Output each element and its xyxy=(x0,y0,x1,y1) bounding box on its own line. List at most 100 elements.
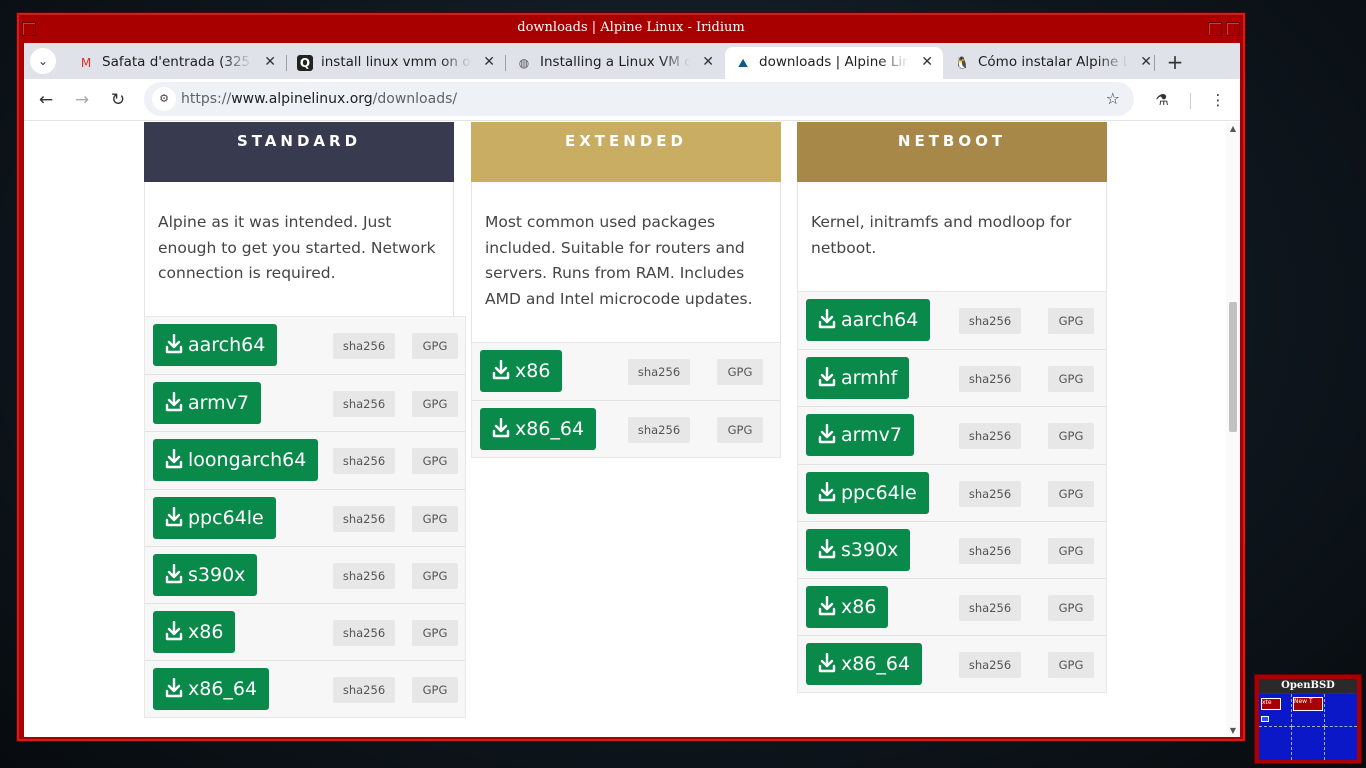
sha256-link[interactable]: sha256 xyxy=(333,505,395,532)
sha256-link[interactable]: sha256 xyxy=(333,333,395,359)
gpg-link[interactable]: GPG xyxy=(1048,480,1094,507)
sha256-link[interactable]: sha256 xyxy=(628,359,690,385)
sha256-link[interactable]: sha256 xyxy=(959,308,1021,334)
close-tab-icon[interactable]: ✕ xyxy=(921,47,933,77)
gpg-link[interactable]: GPG xyxy=(717,417,763,444)
close-tab-icon[interactable]: ✕ xyxy=(264,47,276,77)
download-button-aarch64[interactable]: aarch64 xyxy=(806,299,931,341)
download-button-x86[interactable]: x86 xyxy=(480,350,563,392)
download-button-s390x[interactable]: s390x xyxy=(806,528,911,571)
labs-button[interactable]: ⚗ xyxy=(1148,86,1176,114)
sha256-link[interactable]: sha256 xyxy=(959,537,1021,564)
close-tab-icon[interactable]: ✕ xyxy=(1140,47,1152,77)
pager-window-small[interactable] xyxy=(1261,716,1269,722)
gpg-link[interactable]: GPG xyxy=(412,619,458,646)
sha256-link[interactable]: sha256 xyxy=(333,391,395,418)
gpg-link[interactable]: GPG xyxy=(412,562,458,589)
gpg-link[interactable]: GPG xyxy=(1048,594,1094,621)
tab-2[interactable]: Qinstall linux vmm on openbsd ✕ xyxy=(287,47,505,79)
column-description: Kernel, initramfs and modloop for netboo… xyxy=(797,182,1107,291)
sha256-link[interactable]: sha256 xyxy=(959,366,1021,393)
tab-3[interactable]: ◍ Installing a Linux VM on OpenBSD ✕ xyxy=(506,47,724,79)
pager-desk-4[interactable] xyxy=(1259,727,1292,760)
tab-search-button[interactable]: ⌄ xyxy=(30,48,56,74)
download-row: x86_64 sha256 GPG xyxy=(472,400,780,457)
download-icon xyxy=(165,671,183,698)
minimize-button[interactable] xyxy=(1208,22,1222,36)
tab-title: Cómo instalar Alpine Linux xyxy=(978,54,1128,70)
scroll-thumb[interactable] xyxy=(1229,302,1237,432)
gpg-link[interactable]: GPG xyxy=(412,391,458,418)
pager-desk-3[interactable] xyxy=(1325,694,1357,727)
desktop-pager[interactable]: OpenBSD xte New T xyxy=(1254,674,1362,764)
sha256-link[interactable]: sha256 xyxy=(959,652,1021,679)
download-button-armv7[interactable]: armv7 xyxy=(153,382,261,425)
sha256-link[interactable]: sha256 xyxy=(959,480,1021,507)
page-scrollbar[interactable]: ▲ ▼ xyxy=(1226,122,1240,737)
gpg-link[interactable]: GPG xyxy=(1048,652,1094,679)
download-button-armv7[interactable]: armv7 xyxy=(806,414,914,457)
gpg-link[interactable]: GPG xyxy=(412,333,458,359)
gpg-link[interactable]: GPG xyxy=(1048,308,1094,334)
sha256-link[interactable]: sha256 xyxy=(628,417,690,444)
download-button-loongarch64[interactable]: loongarch64 xyxy=(153,439,319,482)
column-description: Most common used packages included. Suit… xyxy=(471,182,781,342)
download-button-x86_64[interactable]: x86_64 xyxy=(153,668,270,711)
tab-strip: ⌄ M Safata d'entrada (325) ✕ Qinstall linux… xyxy=(24,43,1240,79)
gpg-link[interactable]: GPG xyxy=(1048,423,1094,450)
download-button-ppc64le[interactable]: ppc64le xyxy=(806,471,929,514)
gpg-link[interactable]: GPG xyxy=(1048,366,1094,393)
gpg-link[interactable]: GPG xyxy=(717,359,763,385)
download-button-s390x[interactable]: s390x xyxy=(153,553,258,596)
site-info-icon[interactable]: ⚙ xyxy=(152,87,176,111)
close-tab-icon[interactable]: ✕ xyxy=(702,47,714,77)
gpg-link[interactable]: GPG xyxy=(412,677,458,704)
scroll-down-arrow[interactable]: ▼ xyxy=(1228,726,1238,735)
sha256-link[interactable]: sha256 xyxy=(333,562,395,589)
gpg-link[interactable]: GPG xyxy=(412,505,458,532)
tab-4[interactable]: ⛰ downloads | Alpine Linux ✕ xyxy=(725,47,943,79)
pager-desk-5[interactable] xyxy=(1292,727,1325,760)
reload-button[interactable]: ↻ xyxy=(104,86,132,114)
sha256-link[interactable]: sha256 xyxy=(959,423,1021,450)
sha256-link[interactable]: sha256 xyxy=(333,448,395,475)
globe-icon: ◍ xyxy=(518,56,530,70)
gpg-link[interactable]: GPG xyxy=(1048,537,1094,564)
back-button[interactable]: ← xyxy=(32,86,60,114)
sha256-link[interactable]: sha256 xyxy=(333,677,395,704)
download-button-armhf[interactable]: armhf xyxy=(806,357,910,400)
download-arch-label: aarch64 xyxy=(188,334,266,356)
forward-button[interactable]: → xyxy=(68,86,96,114)
download-row: x86 sha256 GPG xyxy=(472,343,780,400)
tab-5[interactable]: 🐧 Cómo instalar Alpine Linux ✕ xyxy=(944,47,1162,79)
url-text[interactable]: https://www.alpinelinux.org/downloads/ xyxy=(181,82,457,116)
pager-desk-6[interactable] xyxy=(1325,727,1357,760)
browser-window: downloads | Alpine Linux - Iridium ⌄ M Sa… xyxy=(16,12,1246,742)
column-description: Alpine as it was intended. Just enough t… xyxy=(144,182,454,316)
menu-button[interactable]: ⋮ xyxy=(1204,86,1232,114)
window-titlebar[interactable]: downloads | Alpine Linux - Iridium xyxy=(20,16,1242,40)
download-button-x86_64[interactable]: x86_64 xyxy=(480,408,597,451)
gmail-icon: M xyxy=(80,56,92,70)
address-bar[interactable]: ⚙ https://www.alpinelinux.org/downloads/… xyxy=(144,82,1134,116)
download-button-x86_64[interactable]: x86_64 xyxy=(806,643,923,686)
sha256-link[interactable]: sha256 xyxy=(333,619,395,646)
download-button-ppc64le[interactable]: ppc64le xyxy=(153,496,276,539)
tab-1[interactable]: M Safata d'entrada (325) ✕ xyxy=(68,47,286,79)
bookmark-star-icon[interactable]: ☆ xyxy=(1106,82,1120,116)
download-button-x86[interactable]: x86 xyxy=(153,610,236,653)
new-tab-button[interactable]: + xyxy=(1160,47,1190,77)
gpg-link[interactable]: GPG xyxy=(412,448,458,475)
window-menu-button[interactable] xyxy=(22,22,36,36)
download-button-x86[interactable]: x86 xyxy=(806,585,889,628)
close-tab-icon[interactable]: ✕ xyxy=(483,47,495,77)
download-arch-label: x86 xyxy=(515,360,551,382)
sha256-link[interactable]: sha256 xyxy=(959,594,1021,621)
maximize-button[interactable] xyxy=(1226,22,1240,36)
pager-grid[interactable]: xte New T xyxy=(1259,694,1357,760)
download-button-aarch64[interactable]: aarch64 xyxy=(153,324,278,366)
pager-window-xterm[interactable]: xte xyxy=(1261,698,1281,710)
scroll-up-arrow[interactable]: ▲ xyxy=(1228,124,1238,133)
column-heading: EXTENDED xyxy=(471,122,781,182)
pager-window-browser[interactable]: New T xyxy=(1293,697,1323,711)
